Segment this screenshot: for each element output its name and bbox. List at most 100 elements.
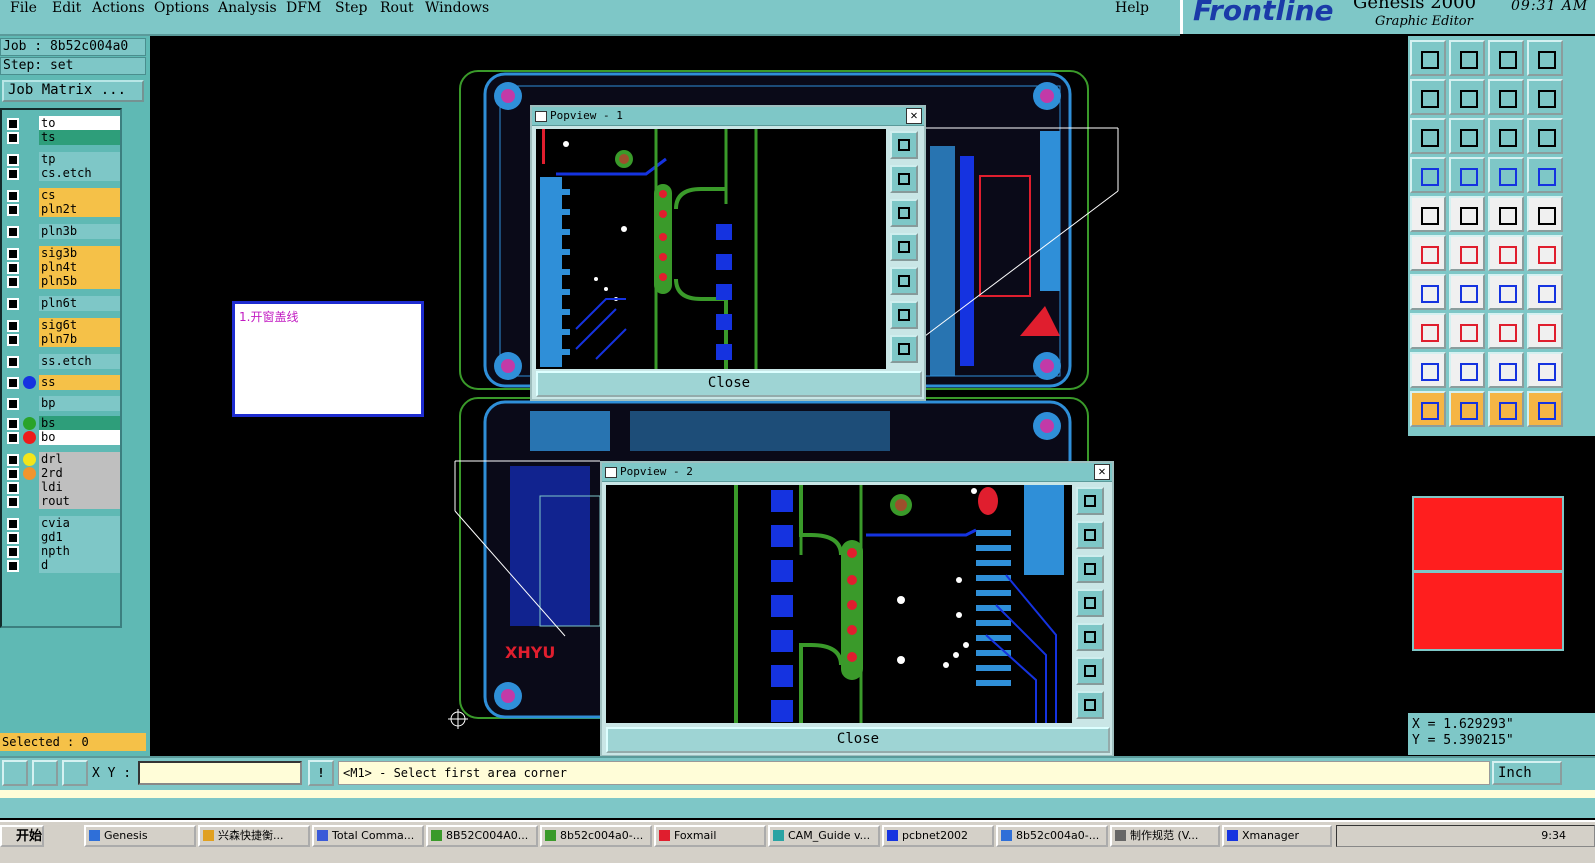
zoom-fit-icon[interactable]: [1527, 40, 1563, 76]
line-icon[interactable]: [1410, 274, 1446, 310]
layer-name[interactable]: bp: [39, 396, 120, 411]
layer-color-icon[interactable]: [1488, 157, 1524, 193]
triangle-icon[interactable]: [1410, 352, 1446, 388]
layer-row[interactable]: gd1: [4, 530, 120, 545]
taskbar-task[interactable]: Genesis: [84, 825, 196, 847]
ruler-icon[interactable]: [1488, 196, 1524, 232]
layer-row[interactable]: drl: [4, 452, 120, 467]
pan-down-icon[interactable]: [1076, 555, 1104, 583]
shape-icon[interactable]: [1449, 196, 1485, 232]
layer-row[interactable]: ldi: [4, 480, 120, 495]
layer-checkbox[interactable]: [7, 262, 19, 274]
layer-checkbox[interactable]: [7, 496, 19, 508]
layer-name[interactable]: drl: [39, 452, 120, 467]
close-icon[interactable]: ✕: [906, 108, 922, 124]
pad-icon[interactable]: [1410, 196, 1446, 232]
redraw-icon[interactable]: [1527, 79, 1563, 115]
layer-row[interactable]: ss.etch: [4, 354, 120, 369]
layer-checkbox[interactable]: [7, 468, 19, 480]
menu-rout[interactable]: Rout: [380, 0, 414, 16]
pan-down-icon[interactable]: [890, 199, 918, 227]
taskbar-task[interactable]: pcbnet2002: [882, 825, 994, 847]
overview-map[interactable]: [1408, 436, 1595, 711]
zoom-out-icon[interactable]: [1076, 691, 1104, 719]
layer-name[interactable]: pln5b: [39, 274, 120, 289]
layer-name[interactable]: cs: [39, 188, 120, 203]
popview-1-close-button[interactable]: Close: [536, 371, 922, 397]
layer-row[interactable]: cvia: [4, 516, 120, 531]
layer-row[interactable]: pln3b: [4, 224, 120, 239]
measure-icon[interactable]: [1488, 313, 1524, 349]
layer-row[interactable]: pln6t: [4, 296, 120, 311]
close-icon[interactable]: ✕: [1094, 464, 1110, 480]
zoom-in-icon[interactable]: [890, 301, 918, 329]
layer-checkbox[interactable]: [7, 454, 19, 466]
help-icon[interactable]: [1527, 118, 1563, 154]
layer-row[interactable]: pln5b: [4, 274, 120, 289]
taskbar-task[interactable]: CAM_Guide v...: [768, 825, 880, 847]
pan-right-icon[interactable]: [1076, 623, 1104, 651]
layer-name[interactable]: sig3b: [39, 246, 120, 261]
pan-left-icon[interactable]: [1076, 589, 1104, 617]
scale-icon[interactable]: [1488, 118, 1524, 154]
zoom-out-icon[interactable]: [890, 335, 918, 363]
layer-name[interactable]: 2rd: [39, 466, 120, 481]
taskbar-task[interactable]: 8b52c004a0-...: [996, 825, 1108, 847]
popview-1-titlebar[interactable]: Popview - 1 ✕: [532, 107, 924, 126]
layer-color-2-icon[interactable]: [1527, 157, 1563, 193]
layer-row[interactable]: pln2t: [4, 202, 120, 217]
minus-icon[interactable]: [1449, 313, 1485, 349]
pan-right-icon[interactable]: [1449, 79, 1485, 115]
layer-checkbox[interactable]: [7, 432, 19, 444]
layer-row[interactable]: rout: [4, 494, 120, 509]
pan-left-icon[interactable]: [1410, 79, 1446, 115]
snap-2-icon[interactable]: [1527, 235, 1563, 271]
popview-2-titlebar[interactable]: Popview - 2 ✕: [602, 463, 1112, 482]
text-icon[interactable]: [1527, 274, 1563, 310]
zoom-in-icon[interactable]: [1076, 657, 1104, 685]
zoom-window-icon[interactable]: [1076, 487, 1104, 515]
layer-row[interactable]: bp: [4, 396, 120, 411]
layer-name[interactable]: rout: [39, 494, 120, 509]
layer-checkbox[interactable]: [7, 298, 19, 310]
line-2-icon[interactable]: [1449, 274, 1485, 310]
layer-name[interactable]: ss: [39, 375, 120, 390]
grid-icon[interactable]: [62, 760, 88, 786]
properties-icon[interactable]: [1410, 157, 1446, 193]
zoom-out-icon[interactable]: [1449, 118, 1485, 154]
export-icon[interactable]: [1410, 40, 1446, 76]
xy-input[interactable]: [138, 761, 302, 785]
taskbar-task[interactable]: Total Comma...: [312, 825, 424, 847]
layer-name[interactable]: bs: [39, 416, 120, 431]
layer-row[interactable]: sig6t: [4, 318, 120, 333]
taskbar-task[interactable]: 8b52c004a0-...: [540, 825, 652, 847]
layer-row[interactable]: bs: [4, 416, 120, 431]
unit-selector[interactable]: Inch: [1492, 761, 1562, 785]
layer-row[interactable]: bo: [4, 430, 120, 445]
menu-analysis[interactable]: Analysis: [218, 0, 277, 16]
zoom-in-icon[interactable]: [1410, 118, 1446, 154]
select-2-icon[interactable]: [1449, 391, 1485, 427]
layer-checkbox[interactable]: [7, 398, 19, 410]
menu-actions[interactable]: Actions: [92, 0, 145, 16]
layer-name[interactable]: pln4t: [39, 260, 120, 275]
menu-edit[interactable]: Edit: [52, 0, 81, 16]
layer-name[interactable]: ldi: [39, 480, 120, 495]
layer-row[interactable]: cs.etch: [4, 166, 120, 181]
pan-up-icon[interactable]: [1076, 521, 1104, 549]
net-icon[interactable]: [1410, 235, 1446, 271]
layer-checkbox[interactable]: [7, 518, 19, 530]
layer-checkbox[interactable]: [7, 356, 19, 368]
menu-options[interactable]: Options: [154, 0, 209, 16]
menu-dfm[interactable]: DFM: [286, 0, 321, 16]
layer-row[interactable]: ts: [4, 130, 120, 145]
layer-checkbox[interactable]: [7, 334, 19, 346]
layer-checkbox[interactable]: [7, 532, 19, 544]
layer-checkbox[interactable]: [7, 377, 19, 389]
layer-name[interactable]: ss.etch: [39, 354, 120, 369]
layer-name[interactable]: cvia: [39, 516, 120, 531]
layer-checkbox[interactable]: [7, 190, 19, 202]
layer-name[interactable]: pln6t: [39, 296, 120, 311]
home-icon[interactable]: [1488, 40, 1524, 76]
layer-name[interactable]: to: [39, 116, 120, 131]
